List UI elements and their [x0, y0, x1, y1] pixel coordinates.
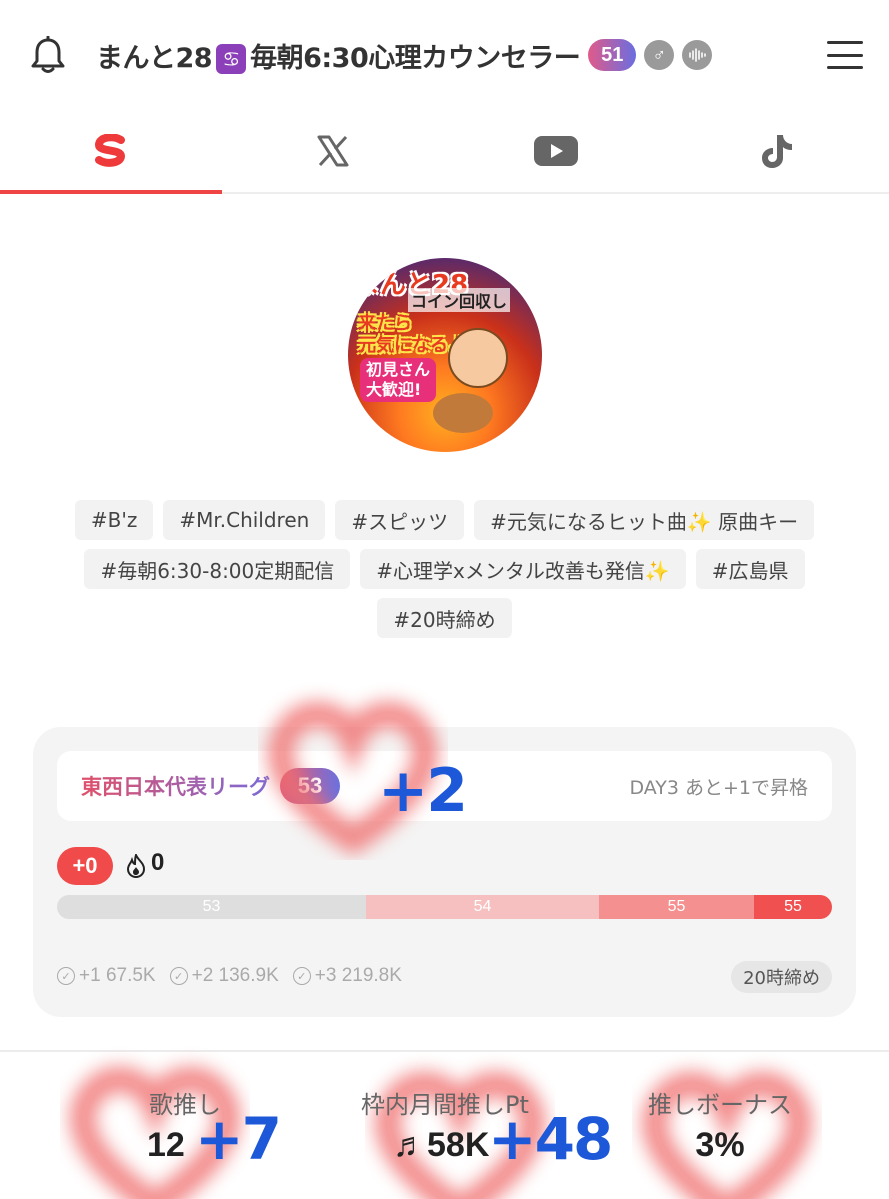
hashtag[interactable]: #広島県: [695, 549, 805, 589]
requirement-item: ✓ +3 219.8K: [292, 965, 402, 987]
male-icon: ♂: [644, 40, 675, 70]
bar-segment-53: 53: [57, 895, 366, 919]
hashtag[interactable]: #スピッツ: [335, 500, 465, 540]
level-badge: 51: [588, 39, 637, 71]
flame-icon: [125, 853, 147, 879]
deadline-badge: 20時締め: [731, 961, 832, 993]
avatar-text-welcome: 初見さん 大歓迎!: [360, 358, 437, 402]
league-status: DAY3 あと+1で昇格: [629, 776, 808, 799]
league-progress-bar: 53 54 55 55: [57, 895, 832, 919]
title-row: まんと28 ♋ 毎朝6:30心理カウンセラー 51 ♂: [96, 36, 801, 75]
league-delta-overlay: +2: [378, 756, 468, 826]
tiktok-tab[interactable]: [667, 110, 889, 192]
league-level-badge: 53: [280, 768, 340, 804]
avatar-text-coin: コイン回収し: [408, 288, 511, 312]
stat-support-bonus[interactable]: 推しボーナス 3%: [630, 1085, 810, 1165]
stat-label: 推しボーナス: [648, 1091, 792, 1119]
check-circle-icon: ✓: [169, 967, 188, 985]
avatar-text-welcome-b: 大歓迎!: [366, 380, 422, 399]
title-name: まんと28: [96, 42, 213, 74]
avatar-character-face: [448, 328, 508, 388]
check-circle-icon: ✓: [57, 967, 75, 985]
title-description: 毎朝6:30心理カウンセラー: [250, 42, 581, 74]
youtube-logo-icon: [533, 136, 578, 166]
x-logo-icon: [317, 135, 349, 167]
social-tabs: [0, 110, 889, 194]
audio-wave-icon[interactable]: [682, 40, 713, 70]
bar-segment-54: 54: [366, 895, 599, 919]
flame-count: 0: [151, 849, 165, 876]
cancer-zodiac-icon: ♋: [216, 44, 247, 74]
hashtag[interactable]: #20時締め: [377, 598, 512, 638]
check-circle-icon: ✓: [292, 967, 311, 985]
point-delta-badge: +0: [57, 847, 113, 885]
bell-icon[interactable]: [28, 35, 68, 75]
stat-value: 3%: [695, 1126, 745, 1164]
tiktok-logo-icon: [761, 135, 792, 168]
hamburger-menu-icon[interactable]: [825, 35, 865, 75]
profile-header: まんと28 ♋ 毎朝6:30心理カウンセラー 51 ♂: [0, 0, 889, 110]
section-divider: [0, 1050, 889, 1052]
hashtag[interactable]: #Mr.Children: [163, 500, 326, 540]
streamer-avatar[interactable]: まんと28 コイン回収し 来たら 元気になるよ 初見さん 大歓迎!: [348, 258, 542, 452]
hashtag[interactable]: #元気になるヒット曲✨ 原曲キー: [474, 500, 815, 540]
requirement-label: +3 219.8K: [314, 965, 402, 986]
channel-title: まんと28 ♋ 毎朝6:30心理カウンセラー: [96, 36, 581, 75]
requirement-item: ✓ +1 67.5K: [57, 965, 156, 987]
requirement-label: +2 136.9K: [191, 965, 279, 986]
league-name: 東西日本代表リーグ: [81, 771, 270, 801]
avatar-text-welcome-a: 初見さん: [366, 360, 431, 379]
showroom-logo-icon: [95, 134, 126, 167]
showroom-tab[interactable]: [0, 110, 223, 194]
requirement-list: ✓ +1 67.5K ✓ +2 136.9K ✓ +3 219.8K: [57, 965, 402, 987]
requirement-item: ✓ +2 136.9K: [169, 965, 279, 987]
youtube-tab[interactable]: [445, 110, 667, 192]
hashtag[interactable]: #毎朝6:30-8:00定期配信: [84, 549, 351, 589]
x-tab[interactable]: [222, 110, 444, 192]
bar-segment-55-max: 55: [754, 895, 832, 919]
stat-delta-overlay: +7: [195, 1105, 282, 1173]
stat-delta-overlay: +48: [488, 1105, 613, 1173]
avatar-guitar: [433, 393, 493, 433]
hashtag[interactable]: #B'z: [74, 500, 154, 540]
avatar-text-message-a: 来たら: [358, 313, 412, 334]
requirement-label: +1 67.5K: [79, 965, 156, 986]
hashtag[interactable]: #心理学xメンタル改善も発信✨: [360, 549, 686, 589]
hashtag-list: #B'z #Mr.Children #スピッツ #元気になるヒット曲✨ 原曲キー…: [40, 500, 849, 638]
bar-segment-55: 55: [599, 895, 754, 919]
